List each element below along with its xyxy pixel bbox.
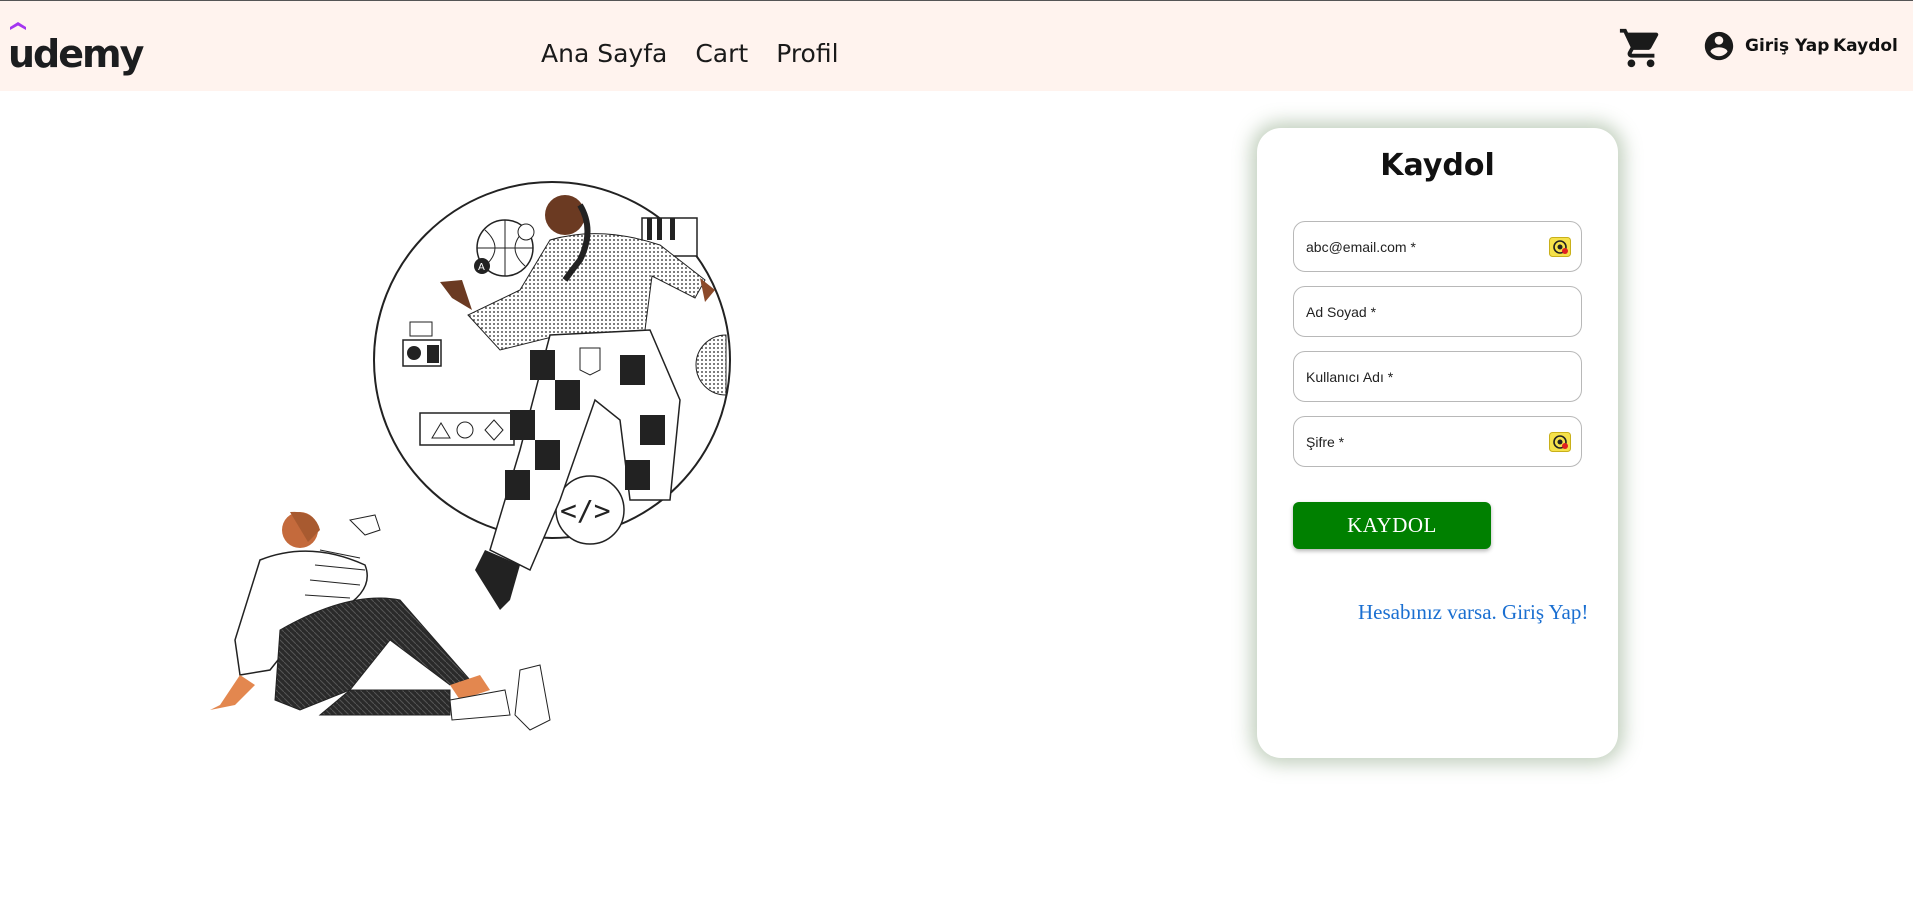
fullname-input[interactable]	[1294, 287, 1581, 336]
svg-text:</>: </>	[560, 494, 611, 527]
signup-submit-button[interactable]: KAYDOL	[1293, 502, 1491, 549]
nav-profile-link[interactable]: Profil	[776, 39, 838, 69]
hero-illustration: A </>	[210, 181, 731, 731]
logo-hat-icon	[10, 22, 26, 30]
username-input[interactable]	[1294, 352, 1581, 401]
udemy-logo[interactable]: udemy	[8, 22, 144, 76]
email-input[interactable]	[1294, 222, 1581, 271]
fullname-field	[1293, 286, 1582, 337]
login-button[interactable]: Giriş Yap	[1702, 29, 1829, 63]
svg-text:A: A	[478, 262, 485, 273]
password-manager-icon[interactable]	[1549, 237, 1571, 257]
email-field	[1293, 221, 1582, 272]
cart-icon[interactable]	[1618, 25, 1664, 71]
signup-nav-link[interactable]: Kaydol	[1833, 36, 1898, 56]
nav-home-link[interactable]: Ana Sayfa	[541, 39, 667, 69]
login-label: Giriş Yap	[1745, 36, 1830, 56]
signup-card: Kaydol KAYDOL Hesabınız varsa. Giriş Yap…	[1257, 128, 1618, 758]
navbar: udemy Ana Sayfa Cart Profil Giriş Yap Ka…	[0, 1, 1913, 91]
main-nav: Ana Sayfa Cart Profil	[541, 39, 839, 69]
nav-cart-link[interactable]: Cart	[695, 39, 748, 69]
login-redirect-link[interactable]: Hesabınız varsa. Giriş Yap!	[1358, 600, 1588, 625]
signup-title: Kaydol	[1380, 148, 1495, 183]
password-input[interactable]	[1294, 417, 1581, 466]
username-field	[1293, 351, 1582, 402]
account-circle-icon	[1704, 31, 1734, 61]
password-manager-icon[interactable]	[1549, 432, 1571, 452]
password-field	[1293, 416, 1582, 467]
logo-wordmark: udemy	[8, 32, 144, 76]
